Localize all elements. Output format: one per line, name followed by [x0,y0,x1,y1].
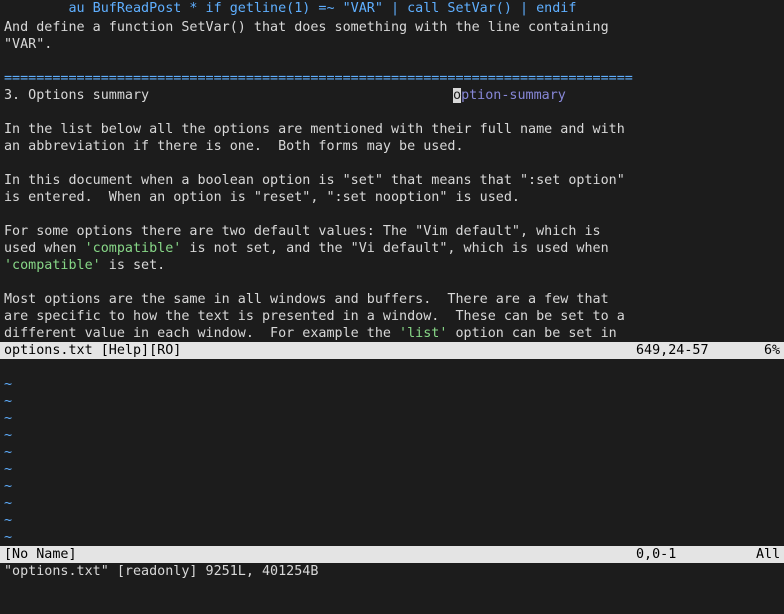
command-line-message[interactable]: "options.txt" [readonly] 9251L, 401254B [4,563,318,580]
text-line: used when 'compatible' is not set, and t… [4,241,609,256]
text-line: In the list below all the options are me… [4,122,625,137]
text-line: 'compatible' is set. [4,258,166,273]
status-line-help[interactable]: options.txt [Help][RO] 649,24-57 6% [0,342,784,359]
text-line: an abbreviation if there is one. Both fo… [4,139,464,154]
status-line-noname[interactable]: [No Name] 0,0-1 All [0,546,784,563]
autocmd-example: au BufReadPost * if getline(1) =~ "VAR" … [68,1,577,16]
text-line: "VAR". [4,37,53,52]
empty-line-tilde: ~ [4,428,13,443]
text-cursor: o [453,88,462,103]
text-line: For some options there are two default v… [4,224,601,239]
empty-line-tilde: ~ [4,377,13,392]
text-line: In this document when a boolean option i… [4,173,625,188]
empty-line-tilde: ~ [4,411,13,426]
text-line: is entered. When an option is "reset", "… [4,190,520,205]
empty-line-tilde: ~ [4,479,13,494]
option-link-list[interactable]: 'list' [399,326,447,341]
text-line: And define a function SetVar() that does… [4,20,609,35]
option-link-compatible[interactable]: 'compatible' [4,258,101,273]
empty-line-tilde: ~ [4,445,13,460]
status-percent: 6% [764,343,781,358]
empty-line-tilde: ~ [4,530,13,545]
text-line-autocmd: au BufReadPost * if getline(1) =~ "VAR" … [4,0,577,17]
empty-line-tilde: ~ [4,513,13,528]
help-tag-option-summary[interactable]: option-summary [453,87,566,104]
status-percent: All [756,547,781,562]
text-line: are specific to how the text is presente… [4,309,625,324]
text-line: Most options are the same in all windows… [4,292,609,307]
empty-line-tilde: ~ [4,496,13,511]
option-link-compatible[interactable]: 'compatible' [85,241,182,256]
section-separator: ========================================… [4,71,633,86]
status-filename: [No Name] [4,547,77,562]
empty-line-tilde: ~ [4,394,13,409]
section-heading: 3. Options summary [4,88,150,103]
status-cursor-position: 0,0-1 [636,547,677,562]
status-filename: options.txt [Help][RO] [4,343,182,358]
text-line: different value in each window. For exam… [4,326,617,341]
empty-line-tilde: ~ [4,462,13,477]
status-cursor-position: 649,24-57 [636,343,709,358]
